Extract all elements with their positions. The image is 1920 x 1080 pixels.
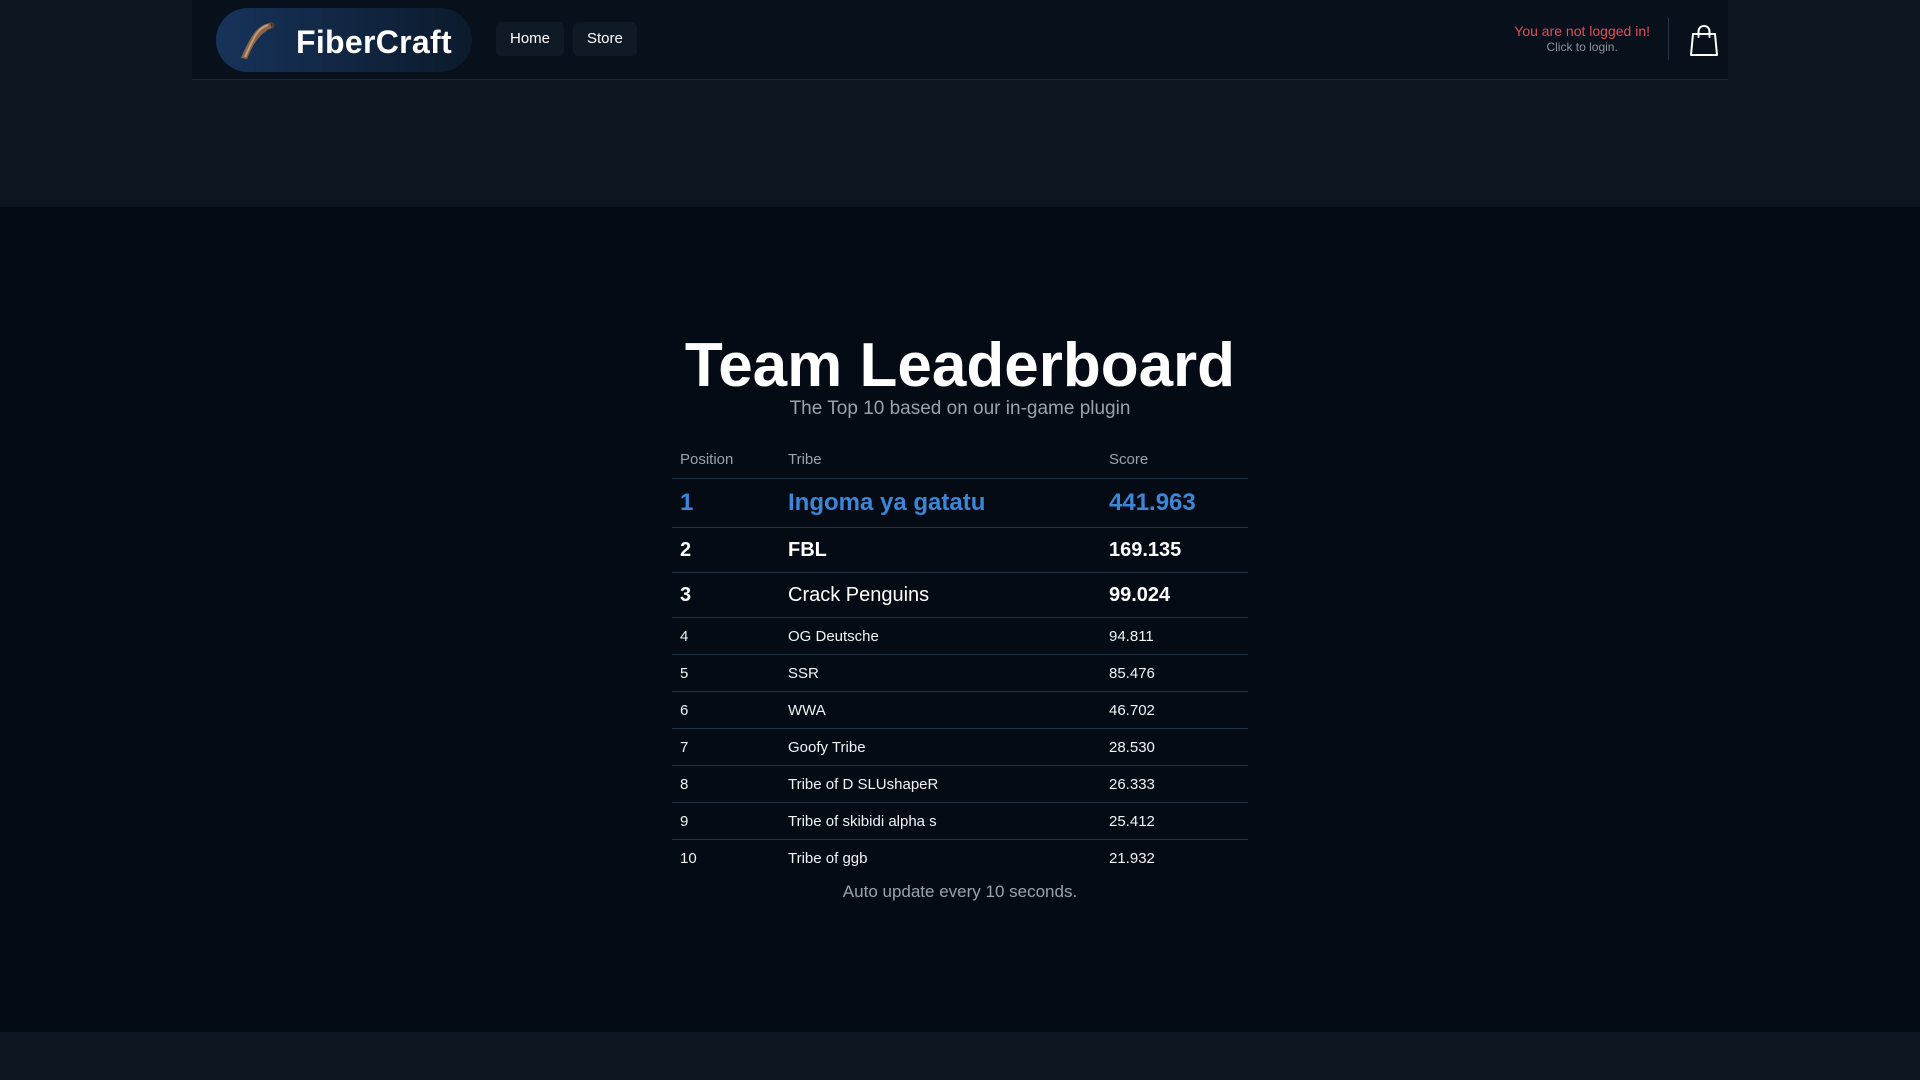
page-title: Team Leaderboard (684, 331, 1236, 400)
score-cell: 441.963 (1101, 478, 1248, 528)
tribe-cell: Tribe of D SLUshapeR (780, 765, 1101, 803)
score-cell: 94.811 (1101, 617, 1248, 655)
table-row: 3 Crack Penguins 99.024 (672, 572, 1248, 618)
position-cell: 1 (672, 478, 780, 528)
score-cell: 28.530 (1101, 728, 1248, 766)
position-cell: 7 (672, 728, 780, 766)
page-subtitle: The Top 10 based on our in-game plugin (789, 398, 1131, 419)
column-header-score: Score (1101, 440, 1248, 479)
brand-name: FiberCraft (296, 24, 452, 60)
position-cell: 6 (672, 691, 780, 729)
score-cell: 25.412 (1101, 802, 1248, 840)
leaderboard-table: Position Tribe Score 1 Ingoma ya gatatu … (672, 440, 1248, 876)
table-row: 6 WWA 46.702 (672, 691, 1248, 729)
tribe-cell: SSR (780, 654, 1101, 692)
auto-update-note: Auto update every 10 seconds. (842, 882, 1078, 901)
column-header-tribe: Tribe (780, 440, 1101, 479)
login-link[interactable]: You are not logged in! Click to login. (1514, 22, 1650, 54)
login-hint-text: Click to login. (1546, 40, 1618, 54)
column-header-position: Position (672, 440, 780, 479)
table-row: 2 FBL 169.135 (672, 527, 1248, 573)
tribe-cell: Ingoma ya gatatu (780, 478, 1101, 528)
header-divider (1668, 18, 1669, 60)
score-cell: 26.333 (1101, 765, 1248, 803)
tribe-cell: WWA (780, 691, 1101, 729)
page-footer (0, 1032, 1920, 1080)
fiber-logo-icon (241, 22, 275, 59)
tribe-cell: FBL (780, 527, 1101, 573)
position-cell: 10 (680, 849, 697, 867)
table-row: 9 Tribe of skibidi alpha s 25.412 (672, 802, 1248, 840)
table-row: 7 Goofy Tribe 28.530 (672, 728, 1248, 766)
position-cell: 9 (672, 802, 780, 840)
brand-home-link[interactable]: FiberCraft (216, 8, 472, 72)
login-status-text: You are not logged in! (1514, 23, 1650, 39)
tribe-cell: Crack Penguins (780, 572, 1101, 618)
tribe-cell: Tribe of ggb (788, 849, 868, 867)
table-row: 4 OG Deutsche 94.811 (672, 617, 1248, 655)
position-cell: 2 (672, 527, 780, 573)
nav-home-button[interactable]: Home (496, 22, 565, 56)
tribe-cell: Tribe of skibidi alpha s (780, 802, 1101, 840)
table-row: 10 Tribe of ggb 21.932 (672, 840, 1248, 877)
site-header: FiberCraft Home Store You are not logged… (192, 0, 1728, 80)
shopping-bag-icon (1690, 24, 1718, 56)
score-cell: 46.702 (1101, 691, 1248, 729)
table-row: 8 Tribe of D SLUshapeR 26.333 (672, 765, 1248, 803)
score-cell: 21.932 (1109, 849, 1155, 867)
position-cell: 3 (672, 572, 780, 618)
position-cell: 8 (672, 765, 780, 803)
table-row: 1 Ingoma ya gatatu 441.963 (672, 478, 1248, 528)
score-cell: 99.024 (1101, 572, 1248, 618)
cart-button[interactable] (1686, 22, 1722, 58)
position-cell: 5 (672, 654, 780, 692)
score-cell: 169.135 (1101, 527, 1248, 573)
nav-store-button[interactable]: Store (573, 22, 637, 56)
position-cell: 4 (672, 617, 780, 655)
score-cell: 85.476 (1101, 654, 1248, 692)
table-row: 5 SSR 85.476 (672, 654, 1248, 692)
tribe-cell: Goofy Tribe (780, 728, 1101, 766)
table-header-row: Position Tribe Score (672, 440, 1248, 479)
tribe-cell: OG Deutsche (780, 617, 1101, 655)
